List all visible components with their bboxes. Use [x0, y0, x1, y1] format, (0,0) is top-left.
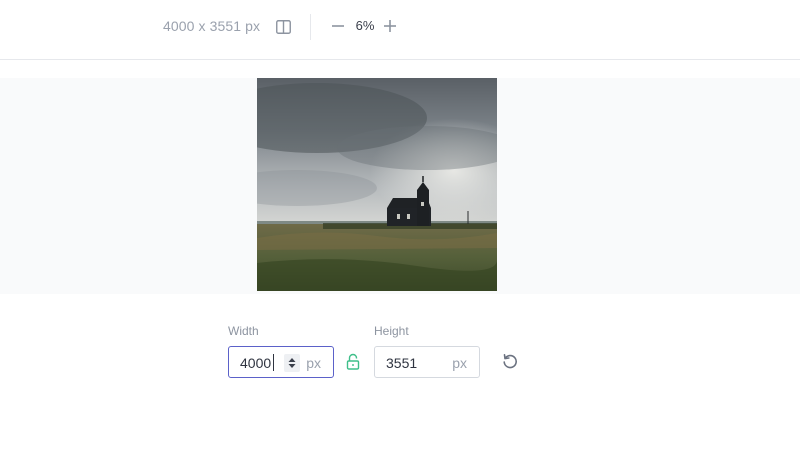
width-input[interactable]: 4000 px — [228, 346, 334, 378]
reset-icon — [503, 353, 517, 369]
image-dimensions: 4000 x 3551 px — [163, 18, 261, 34]
width-unit: px — [306, 355, 321, 371]
plus-icon — [384, 20, 396, 32]
zoom-level: 6% — [355, 18, 375, 33]
unlocked-padlock-icon[interactable] — [345, 352, 361, 370]
text-caret — [273, 354, 274, 371]
toolbar-divider — [310, 14, 311, 40]
stepper-arrows-icon — [288, 358, 296, 368]
preview-canvas — [0, 78, 800, 294]
height-value: 3551 — [386, 355, 418, 371]
width-value: 4000 — [240, 355, 272, 371]
width-label: Width — [228, 324, 259, 338]
height-label: Height — [374, 324, 409, 338]
image-preview — [257, 78, 497, 291]
church-photo — [257, 78, 497, 291]
minus-icon — [332, 25, 344, 27]
split-view-icon[interactable] — [274, 18, 292, 36]
zoom-in-button[interactable] — [380, 16, 400, 36]
top-toolbar: 4000 x 3551 px 6% — [0, 0, 800, 60]
zoom-out-button[interactable] — [328, 16, 348, 36]
width-stepper[interactable] — [284, 354, 300, 372]
height-unit: px — [452, 355, 467, 371]
reset-button[interactable] — [501, 352, 519, 370]
height-input[interactable]: 3551 px — [374, 346, 480, 378]
